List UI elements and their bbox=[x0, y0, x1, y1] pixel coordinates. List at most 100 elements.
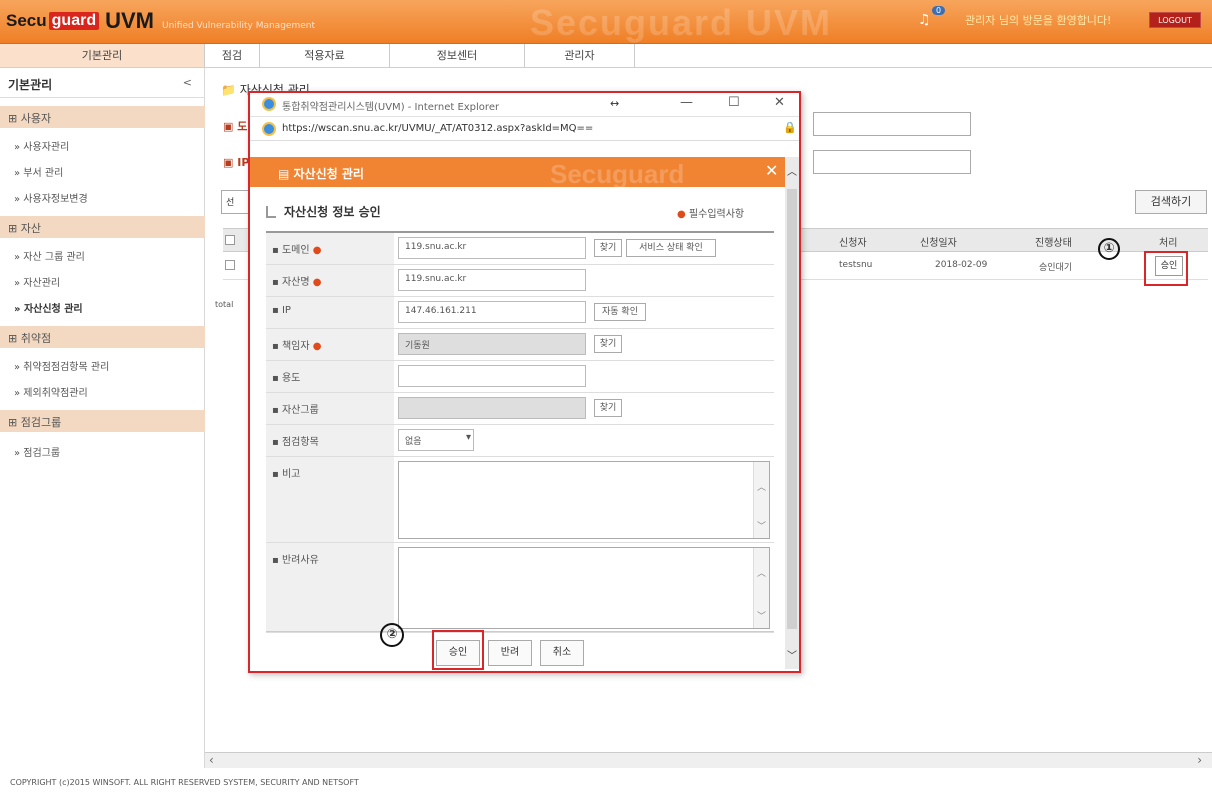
search-input-ip[interactable] bbox=[813, 150, 971, 174]
step-marker-2: ② bbox=[380, 623, 404, 647]
chevron-up-icon[interactable]: ︿ bbox=[757, 480, 766, 493]
sidebar-item-vuln-items[interactable]: » 취약점점검항목 관리 bbox=[14, 358, 109, 373]
reject-reason-textarea[interactable]: ︿ ﹀ bbox=[398, 547, 770, 629]
purpose-input[interactable] bbox=[398, 365, 586, 387]
sidebar-item-excluded-vuln[interactable]: » 제외취약점관리 bbox=[14, 384, 88, 399]
field-label: ▪ 책임자 ● bbox=[266, 329, 394, 360]
field-label: ▪ 반려사유 bbox=[266, 543, 394, 632]
required-star-icon: ● bbox=[312, 341, 322, 352]
note-textarea[interactable]: ︿ ﹀ bbox=[398, 461, 770, 539]
popup-scrollbar[interactable]: ︿ ﹀ bbox=[785, 157, 799, 669]
sidebar-item-check-group[interactable]: » 점검그룹 bbox=[14, 444, 60, 459]
auto-check-button[interactable]: 자동 확인 bbox=[594, 303, 646, 321]
required-star-icon: ● bbox=[312, 277, 322, 288]
sidebar-item-label: 자산신청 관리 bbox=[23, 304, 83, 315]
domain-input[interactable]: 119.snu.ac.kr bbox=[398, 237, 586, 259]
chevron-down-icon[interactable]: ﹀ bbox=[757, 519, 766, 532]
chevron-up-icon[interactable]: ︿ bbox=[787, 163, 797, 178]
owner-input[interactable]: 기동원 bbox=[398, 333, 586, 355]
url-text[interactable]: https://wscan.snu.ac.kr/UVMU/_AT/AT0312.… bbox=[282, 123, 593, 134]
approval-popup-window: 통합취약점관리시스템(UVM) - Internet Explorer ↔ — … bbox=[248, 91, 801, 673]
textarea-scrollbar[interactable]: ︿ ﹀ bbox=[753, 462, 769, 538]
select-all-checkbox[interactable] bbox=[225, 235, 235, 245]
cancel-button[interactable]: 취소 bbox=[540, 640, 584, 666]
find-domain-button[interactable]: 찾기 bbox=[594, 239, 622, 257]
check-item-select[interactable]: 없음 ▾ bbox=[398, 429, 474, 451]
address-bar[interactable]: https://wscan.snu.ac.kr/UVMU/_AT/AT0312.… bbox=[250, 117, 799, 141]
cell-status: 승인대기 bbox=[1039, 263, 1073, 273]
main-nav: 기본관리 점검 적용자료 정보센터 관리자 bbox=[0, 44, 1212, 68]
select-value: 없음 bbox=[405, 437, 422, 447]
chevron-up-icon[interactable]: ︿ bbox=[757, 566, 766, 579]
notification-badge: 0 bbox=[932, 6, 946, 15]
popup-header-title: ▤ 자산신청 관리 bbox=[278, 167, 364, 181]
asset-group-input[interactable] bbox=[398, 397, 586, 419]
sidebar-item-asset-mgmt[interactable]: » 자산관리 bbox=[14, 274, 60, 289]
row-note: ▪ 비고 ︿ ﹀ bbox=[266, 457, 774, 543]
pencil-icon bbox=[266, 206, 276, 218]
sidebar-group-vuln[interactable]: ⊞ 취약점 bbox=[0, 326, 205, 348]
sidebar-item-dept-mgmt[interactable]: » 부서 관리 bbox=[14, 164, 63, 179]
search-button[interactable]: 검색하기 bbox=[1135, 190, 1207, 214]
sidebar-item-label: 자산 그룹 관리 bbox=[23, 252, 85, 263]
find-asset-group-button[interactable]: 찾기 bbox=[594, 399, 622, 417]
tab-admin[interactable]: 관리자 bbox=[525, 44, 635, 67]
logout-button[interactable]: LOGOUT bbox=[1149, 12, 1201, 28]
sidebar-group-assets[interactable]: ⊞ 자산 bbox=[0, 216, 205, 238]
scroll-thumb[interactable] bbox=[787, 189, 797, 629]
search-option-select[interactable]: 선 bbox=[221, 190, 251, 214]
ip-input[interactable]: 147.46.161.211 bbox=[398, 301, 586, 323]
asset-name-input[interactable]: 119.snu.ac.kr bbox=[398, 269, 586, 291]
cell-applicant: testsnu bbox=[839, 260, 873, 270]
cell-date: 2018-02-09 bbox=[935, 260, 988, 270]
sidebar-title: 기본관리 bbox=[0, 68, 205, 98]
close-icon[interactable]: ✕ bbox=[774, 95, 785, 110]
maximize-icon[interactable]: ☐ bbox=[728, 95, 740, 110]
label-text: 도 bbox=[237, 120, 248, 133]
scroll-left-icon[interactable]: ‹ bbox=[209, 753, 214, 767]
col-applicant[interactable]: 신청자 bbox=[839, 234, 867, 249]
field-label-text: 용도 bbox=[281, 373, 301, 384]
sidebar-item-user-mgmt[interactable]: » 사용자관리 bbox=[14, 138, 69, 153]
resize-icon[interactable]: ↔ bbox=[610, 97, 619, 110]
popup-button-bar: 승인 반려 취소 bbox=[266, 631, 774, 671]
chevron-down-icon[interactable]: ﹀ bbox=[787, 647, 797, 662]
field-label-text: 반려사유 bbox=[281, 555, 319, 566]
sidebar-item-label: 사용자관리 bbox=[23, 142, 70, 153]
field-label-text: 도메인 bbox=[281, 245, 310, 256]
sidebar-item-asset-request[interactable]: » 자산신청 관리 bbox=[14, 300, 83, 315]
bell-icon[interactable]: ♫ bbox=[918, 12, 932, 28]
logo-uvm: UVM bbox=[105, 8, 154, 33]
user-welcome: 관리자 님의 방문을 환영합니다! bbox=[965, 14, 1112, 27]
header-watermark: Secuguard UVM bbox=[530, 2, 833, 43]
minimize-icon[interactable]: — bbox=[680, 95, 693, 110]
sidebar-item-user-info[interactable]: » 사용자정보변경 bbox=[14, 190, 88, 205]
service-status-button[interactable]: 서비스 상태 확인 bbox=[626, 239, 716, 257]
tab-info-center[interactable]: 정보센터 bbox=[390, 44, 525, 67]
required-star-icon: ● bbox=[677, 209, 686, 220]
search-input-domain[interactable] bbox=[813, 112, 971, 136]
sidebar-item-asset-group[interactable]: » 자산 그룹 관리 bbox=[14, 248, 85, 263]
tab-basic-mgmt[interactable]: 기본관리 bbox=[0, 44, 205, 67]
popup-close-icon[interactable]: ✕ bbox=[765, 161, 778, 180]
chevron-down-icon[interactable]: ﹀ bbox=[757, 609, 766, 622]
sidebar-group-users[interactable]: ⊞ 사용자 bbox=[0, 106, 205, 128]
sidebar-collapse-icon[interactable]: < bbox=[183, 76, 192, 89]
find-owner-button[interactable]: 찾기 bbox=[594, 335, 622, 353]
required-star-icon: ● bbox=[312, 245, 322, 256]
row-checkbox[interactable] bbox=[225, 260, 235, 270]
logo-guard: guard bbox=[48, 12, 100, 30]
col-date[interactable]: 신청일자 bbox=[920, 234, 957, 249]
col-action: 처리 bbox=[1159, 238, 1178, 249]
sidebar-item-label: 점검그룹 bbox=[23, 448, 61, 459]
reject-button[interactable]: 반려 bbox=[488, 640, 532, 666]
sidebar-group-check-group[interactable]: ⊞ 점검그룹 bbox=[0, 410, 205, 432]
tab-inspection[interactable]: 점검 bbox=[205, 44, 260, 67]
tab-applied-data[interactable]: 적용자료 bbox=[260, 44, 390, 67]
col-status[interactable]: 진행상태 bbox=[1035, 234, 1072, 249]
textarea-scrollbar[interactable]: ︿ ﹀ bbox=[753, 548, 769, 628]
horizontal-scrollbar[interactable]: ‹ › bbox=[205, 752, 1212, 768]
sidebar-title-text: 기본관리 bbox=[8, 78, 53, 92]
app-logo[interactable]: Secu guard UVM Unified Vulnerability Man… bbox=[6, 6, 315, 36]
scroll-right-icon[interactable]: › bbox=[1197, 753, 1202, 767]
